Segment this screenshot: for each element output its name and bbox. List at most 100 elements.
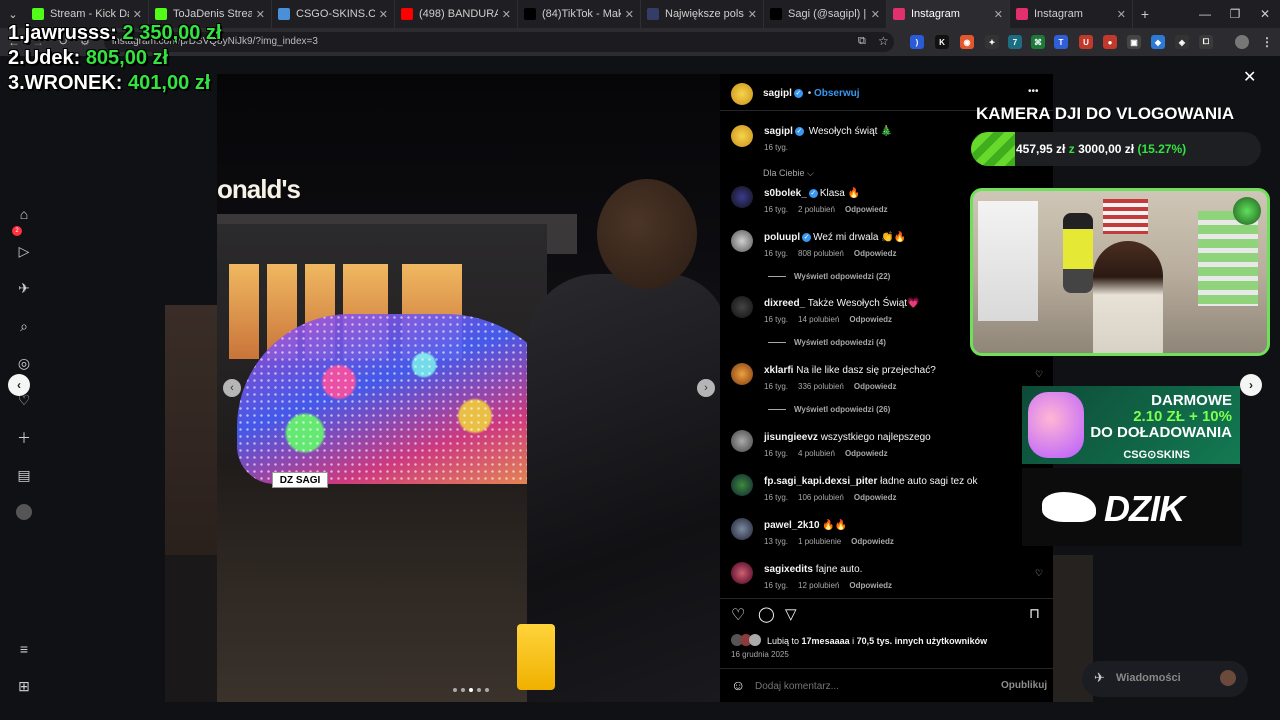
extension-icon-6[interactable]: ⌘ bbox=[1031, 35, 1045, 49]
close-tab-icon[interactable]: ✕ bbox=[133, 8, 142, 21]
commenter-avatar[interactable] bbox=[731, 363, 753, 385]
dashboard-icon[interactable]: ▤ bbox=[16, 467, 32, 483]
new-tab-button[interactable]: + bbox=[1133, 6, 1157, 22]
extension-icon-9[interactable]: ● bbox=[1103, 35, 1117, 49]
browser-menu-icon[interactable]: ⋮ bbox=[1260, 35, 1274, 49]
publish-button[interactable]: Opublikuj bbox=[1001, 680, 1047, 691]
browser-tab[interactable]: Największe polskie sa ✕ bbox=[641, 0, 764, 28]
messages-button[interactable]: ✈ Wiadomości bbox=[1082, 661, 1248, 697]
close-tab-icon[interactable]: ✕ bbox=[1117, 8, 1126, 21]
reply-button[interactable]: Odpowiedz bbox=[854, 249, 897, 258]
close-tab-icon[interactable]: ✕ bbox=[502, 8, 511, 21]
reply-button[interactable]: Odpowiedz bbox=[849, 315, 892, 324]
extension-icon-5[interactable]: 7 bbox=[1008, 35, 1022, 49]
commenter-avatar[interactable] bbox=[731, 474, 753, 496]
extension-icon-3[interactable]: ◉ bbox=[960, 35, 974, 49]
comment-username[interactable]: pawel_2k10 bbox=[764, 520, 820, 531]
comment-likes[interactable]: 12 polubień bbox=[798, 581, 839, 590]
apps-grid-icon[interactable]: ⊞ bbox=[16, 678, 32, 694]
reply-button[interactable]: Odpowiedz bbox=[854, 382, 897, 391]
more-menu-icon[interactable]: ≡ bbox=[16, 641, 32, 657]
reply-button[interactable]: Odpowiedz bbox=[845, 449, 888, 458]
close-tab-icon[interactable]: ✕ bbox=[748, 8, 757, 21]
browser-tab[interactable]: (84)TikTok - Make Yo ✕ bbox=[518, 0, 641, 28]
reply-button[interactable]: Odpowiedz bbox=[851, 537, 894, 546]
search-icon[interactable]: ⌕ bbox=[16, 318, 32, 334]
browser-tab[interactable]: Sagi (@sagipl) | TikTo ✕ bbox=[764, 0, 887, 28]
commenter-avatar[interactable] bbox=[731, 186, 753, 208]
comment-username[interactable]: sagixedits bbox=[764, 564, 813, 575]
explore-icon[interactable]: ◎ bbox=[16, 355, 32, 371]
comment-username[interactable]: dixreed_ bbox=[764, 298, 805, 309]
comment-icon[interactable]: ◯ bbox=[758, 605, 775, 623]
share-icon[interactable]: ▽ bbox=[785, 605, 797, 623]
extension-icon-7[interactable]: T bbox=[1054, 35, 1068, 49]
close-tab-icon[interactable]: ✕ bbox=[625, 8, 634, 21]
comment-likes[interactable]: 808 polubień bbox=[798, 249, 844, 258]
liked-by-user[interactable]: 17mesaaaa bbox=[802, 636, 850, 646]
comment-likes[interactable]: 106 polubień bbox=[798, 493, 844, 502]
close-tab-icon[interactable]: ✕ bbox=[379, 8, 388, 21]
like-heart-icon[interactable]: ♡ bbox=[731, 605, 745, 625]
reels-icon[interactable]: ▷ bbox=[16, 243, 32, 259]
comment-likes[interactable]: 2 polubień bbox=[798, 205, 835, 214]
comment-likes[interactable]: 1 polubienie bbox=[798, 537, 841, 546]
comment-input[interactable] bbox=[755, 678, 975, 694]
author-avatar[interactable] bbox=[731, 83, 753, 105]
minimize-icon[interactable]: — bbox=[1190, 0, 1220, 28]
extension-icon-11[interactable]: ◆ bbox=[1151, 35, 1165, 49]
comment-likes[interactable]: 14 polubień bbox=[798, 315, 839, 324]
view-replies-button[interactable]: Wyświetl odpowiedzi (4) bbox=[768, 338, 886, 347]
view-replies-button[interactable]: Wyświetl odpowiedzi (22) bbox=[768, 272, 890, 281]
maximize-icon[interactable]: ❐ bbox=[1220, 0, 1250, 28]
view-replies-button[interactable]: Wyświetl odpowiedzi (26) bbox=[768, 405, 890, 414]
more-options-icon[interactable]: ••• bbox=[1028, 86, 1039, 97]
close-tab-icon[interactable]: ✕ bbox=[994, 8, 1003, 21]
next-post-arrow[interactable]: › bbox=[1240, 374, 1262, 396]
like-comment-heart-icon[interactable]: ♡ bbox=[1035, 568, 1043, 579]
commenter-avatar[interactable] bbox=[731, 430, 753, 452]
photo-next-arrow[interactable]: › bbox=[697, 379, 715, 397]
comment-username[interactable]: jisungieevz bbox=[764, 432, 818, 443]
caption-username[interactable]: sagipl bbox=[764, 126, 793, 137]
emoji-icon[interactable]: ☺ bbox=[731, 677, 745, 693]
extension-icon-2[interactable]: K bbox=[935, 35, 949, 49]
bookmark-star-icon[interactable]: ☆ bbox=[878, 34, 889, 48]
create-icon[interactable]: ＋ bbox=[16, 430, 32, 446]
extension-icon-12[interactable]: ◈ bbox=[1175, 35, 1189, 49]
comment-username[interactable]: s0bolek_ bbox=[764, 188, 807, 199]
close-tab-icon[interactable]: ✕ bbox=[871, 8, 880, 21]
reply-button[interactable]: Odpowiedz bbox=[854, 493, 897, 502]
extensions-puzzle-icon[interactable]: ⧠ bbox=[1199, 35, 1213, 49]
caption-avatar[interactable] bbox=[731, 125, 753, 147]
follow-button[interactable]: Obserwuj bbox=[814, 88, 860, 99]
save-bookmark-icon[interactable]: ⊓ bbox=[1029, 605, 1040, 622]
close-modal-icon[interactable]: ✕ bbox=[1243, 67, 1256, 87]
extension-icon-1[interactable]: ) bbox=[910, 35, 924, 49]
browser-tab[interactable]: (498) BANDURA dym ✕ bbox=[395, 0, 518, 28]
close-window-icon[interactable]: ✕ bbox=[1250, 0, 1280, 28]
home-icon[interactable]: ⌂ bbox=[16, 206, 32, 222]
profile-avatar[interactable] bbox=[1235, 35, 1249, 49]
comment-username[interactable]: fp.sagi_kapi.dexsi_piter bbox=[764, 476, 877, 487]
previous-post-arrow[interactable]: ‹ bbox=[8, 374, 30, 396]
comment-likes[interactable]: 336 polubień bbox=[798, 382, 844, 391]
comment-likes[interactable]: 4 polubień bbox=[798, 449, 835, 458]
photo-prev-arrow[interactable]: ‹ bbox=[223, 379, 241, 397]
browser-tab[interactable]: Instagram ✕ bbox=[887, 0, 1010, 28]
commenter-avatar[interactable] bbox=[731, 230, 753, 252]
extension-icon-4[interactable]: ✦ bbox=[985, 35, 999, 49]
browser-tab[interactable]: Instagram ✕ bbox=[1010, 0, 1133, 28]
sort-dropdown[interactable]: Dla Ciebie ⌵ bbox=[763, 168, 814, 179]
url-field[interactable]: instagram.com/p/DSVQ8yNiJk9/?img_index=3 bbox=[104, 32, 894, 52]
comment-username[interactable]: xklarfi bbox=[764, 365, 793, 376]
extension-icon-10[interactable]: ▣ bbox=[1127, 35, 1141, 49]
commenter-avatar[interactable] bbox=[731, 562, 753, 584]
reply-button[interactable]: Odpowiedz bbox=[845, 205, 888, 214]
profile-avatar-icon[interactable] bbox=[16, 504, 32, 520]
cast-icon[interactable]: ⧉ bbox=[858, 35, 866, 48]
reply-button[interactable]: Odpowiedz bbox=[849, 581, 892, 590]
author-username[interactable]: sagipl bbox=[763, 88, 792, 99]
commenter-avatar[interactable] bbox=[731, 296, 753, 318]
extension-icon-8[interactable]: U bbox=[1079, 35, 1093, 49]
